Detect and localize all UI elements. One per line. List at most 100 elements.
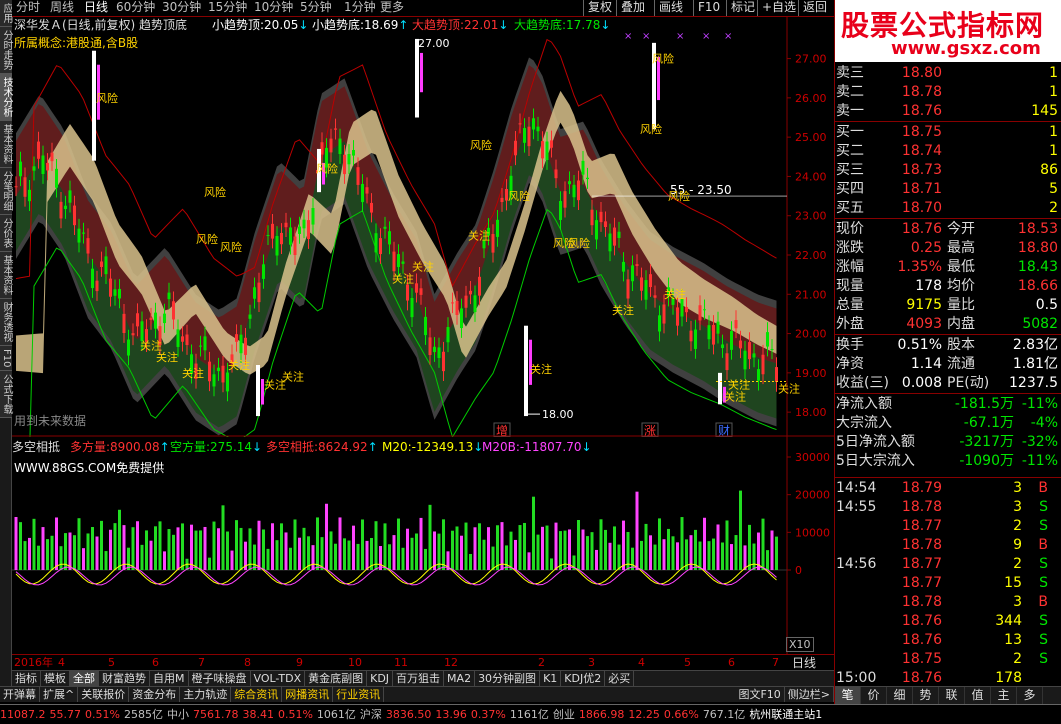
flow-row[interactable]: 大宗流入 -67.1万 -4%: [835, 414, 1061, 433]
indicator-tab-14[interactable]: 必买: [605, 671, 635, 686]
right-tab-1[interactable]: 价: [861, 687, 887, 704]
quote-row[interactable]: 现量 178 均价 18.66: [835, 277, 1061, 296]
indicator-tab-7[interactable]: 黄金底副图: [305, 671, 368, 686]
flow-row[interactable]: 净流入额 -181.5万 -11%: [835, 395, 1061, 414]
indicator-tab-13[interactable]: KDJ优2: [561, 671, 606, 686]
quote-row[interactable]: 涨跌 0.25 最高 18.80: [835, 239, 1061, 258]
fundamental-row[interactable]: 换手 0.51% 股本 2.83亿: [835, 336, 1061, 355]
right-tab-6[interactable]: 主: [991, 687, 1017, 704]
left-tab-4[interactable]: 分笔明细: [0, 168, 12, 215]
trade-row[interactable]: 14:54 18.79 3 B: [835, 479, 1061, 498]
indicator-tab-9[interactable]: 百万狙击: [393, 671, 445, 686]
info-tab-5[interactable]: 综合资讯: [231, 687, 283, 702]
period-6[interactable]: 10分钟: [254, 0, 293, 15]
indicator-tab-8[interactable]: KDJ: [367, 671, 394, 686]
indicator-tab-3[interactable]: 财富趋势: [99, 671, 150, 686]
indicator-tab-11[interactable]: 30分钟副图: [475, 671, 541, 686]
period-8[interactable]: 1分钟: [344, 0, 376, 15]
bid-row[interactable]: 买四 18.71 5: [835, 180, 1061, 199]
right-tab-5[interactable]: 值: [965, 687, 991, 704]
flow-row[interactable]: 5日净流入额 -3217万 -32%: [835, 433, 1061, 452]
right-tab-2[interactable]: 细: [887, 687, 913, 704]
indicator-tab-2[interactable]: 全部: [70, 671, 99, 686]
flow-row[interactable]: 5日大宗流入 -1090万 -11%: [835, 452, 1061, 471]
indicator-tab-4[interactable]: 自用M: [150, 671, 189, 686]
quote-row[interactable]: 外盘 4093 内盘 5082: [835, 315, 1061, 334]
toolbar-button-3[interactable]: F10: [693, 0, 725, 16]
left-tab-7[interactable]: 财务透视: [0, 299, 12, 346]
info-tab-2[interactable]: 关联报价: [78, 687, 130, 702]
candle-body: [41, 155, 45, 175]
info-tab-right-0[interactable]: 图文F10: [735, 687, 785, 702]
candlestick-chart[interactable]: 27.00 26.00 25.00 24.00 23.00 22.00 21.00 20.00…: [12, 17, 834, 437]
period-1[interactable]: 周线: [50, 0, 74, 15]
quote-value: 4093: [906, 316, 942, 332]
info-tab-right-1[interactable]: 侧边栏>: [785, 687, 834, 702]
indicator-tab-12[interactable]: K1: [540, 671, 562, 686]
left-tab-0[interactable]: 应用: [0, 0, 12, 27]
left-tab-8[interactable]: F10: [0, 346, 12, 372]
ask-row[interactable]: 卖二 18.78 1: [835, 83, 1061, 102]
toolbar-button-0[interactable]: 复权: [583, 0, 617, 16]
indicator-tab-10[interactable]: MA2: [444, 671, 476, 686]
info-tab-7[interactable]: 行业资讯: [333, 687, 385, 702]
quote-row[interactable]: 总量 9175 量比 0.5: [835, 296, 1061, 315]
indicator-tab-6[interactable]: VOL-TDX: [251, 671, 306, 686]
trade-row[interactable]: 18.77 2 S: [835, 517, 1061, 536]
trade-row[interactable]: 14:56 18.77 2 S: [835, 555, 1061, 574]
indicator-tab-0[interactable]: 指标: [12, 671, 41, 686]
candle-body: [374, 233, 378, 253]
left-tab-3[interactable]: 基本资料: [0, 121, 12, 168]
period-2[interactable]: 日线: [84, 0, 108, 15]
main-price-chart[interactable]: 27.00 26.00 25.00 24.00 23.00 22.00 21.00 20.00…: [12, 17, 834, 437]
trade-row[interactable]: 18.75 2 S: [835, 650, 1061, 669]
bid-row[interactable]: 买五 18.70 2: [835, 199, 1061, 218]
info-tab-0[interactable]: 开弹幕: [0, 687, 40, 702]
bid-row[interactable]: 买一 18.75 1: [835, 123, 1061, 142]
period-7[interactable]: 5分钟: [300, 0, 332, 15]
toolbar-button-4[interactable]: 标记: [726, 0, 760, 16]
right-tab-3[interactable]: 势: [913, 687, 939, 704]
bid-row[interactable]: 买二 18.74 1: [835, 142, 1061, 161]
period-4[interactable]: 30分钟: [162, 0, 201, 15]
trade-row[interactable]: 18.78 3 B: [835, 593, 1061, 612]
trade-row[interactable]: 18.78 9 B: [835, 536, 1061, 555]
period-9[interactable]: 更多: [380, 0, 404, 15]
info-tab-6[interactable]: 网播资讯: [282, 687, 334, 702]
fundamental-row[interactable]: 净资 1.14 流通 1.81亿: [835, 355, 1061, 374]
toolbar-button-1[interactable]: 叠加: [616, 0, 650, 16]
period-0[interactable]: 分时: [16, 0, 40, 15]
quote-row[interactable]: 涨幅 1.35% 最低 18.43: [835, 258, 1061, 277]
info-tab-4[interactable]: 主力轨迹: [180, 687, 232, 702]
quote-row[interactable]: 现价 18.76 今开 18.53: [835, 220, 1061, 239]
trade-row[interactable]: 18.77 15 S: [835, 574, 1061, 593]
trade-side: S: [1039, 518, 1048, 534]
trade-row[interactable]: 18.76 344 S: [835, 612, 1061, 631]
fundamental-row[interactable]: 收益(三) 0.008 PE(动) 1237.5: [835, 374, 1061, 393]
indicator-tab-1[interactable]: 模板: [41, 671, 70, 686]
ask-row[interactable]: 卖三 18.80 1: [835, 64, 1061, 83]
left-tab-9[interactable]: 公式下载: [0, 371, 12, 419]
info-tab-1[interactable]: 扩展^: [40, 687, 79, 702]
scale-label[interactable]: X10: [786, 637, 814, 652]
period-3[interactable]: 60分钟: [116, 0, 155, 15]
trade-row[interactable]: 18.76 13 S: [835, 631, 1061, 650]
right-tab-7[interactable]: 多: [1017, 687, 1043, 704]
bid-row[interactable]: 买三 18.73 86: [835, 161, 1061, 180]
indicator-tab-5[interactable]: 橙子味操盘: [189, 671, 251, 686]
trade-side: B: [1038, 594, 1048, 610]
left-tab-1[interactable]: 分时走势: [0, 27, 12, 74]
toolbar-button-5[interactable]: +自选: [757, 0, 801, 16]
ask-row[interactable]: 卖一 18.76 145: [835, 102, 1061, 121]
toolbar-button-6[interactable]: 返回: [798, 0, 832, 16]
info-tab-3[interactable]: 资金分布: [129, 687, 181, 702]
period-5[interactable]: 15分钟: [208, 0, 247, 15]
indicator-subchart[interactable]: 30000 20000 10000 0 多空相抵 多方量:8900.08↑ 空方量:275…: [12, 437, 834, 654]
right-tab-0[interactable]: 笔: [835, 687, 861, 704]
toolbar-button-2[interactable]: 画线: [654, 0, 688, 16]
left-tab-2[interactable]: 技术分析: [0, 74, 12, 121]
left-tab-6[interactable]: 基本资料: [0, 252, 12, 299]
trade-row[interactable]: 14:55 18.78 3 S: [835, 498, 1061, 517]
right-tab-4[interactable]: 联: [939, 687, 965, 704]
left-tab-5[interactable]: 分价表: [0, 215, 12, 252]
